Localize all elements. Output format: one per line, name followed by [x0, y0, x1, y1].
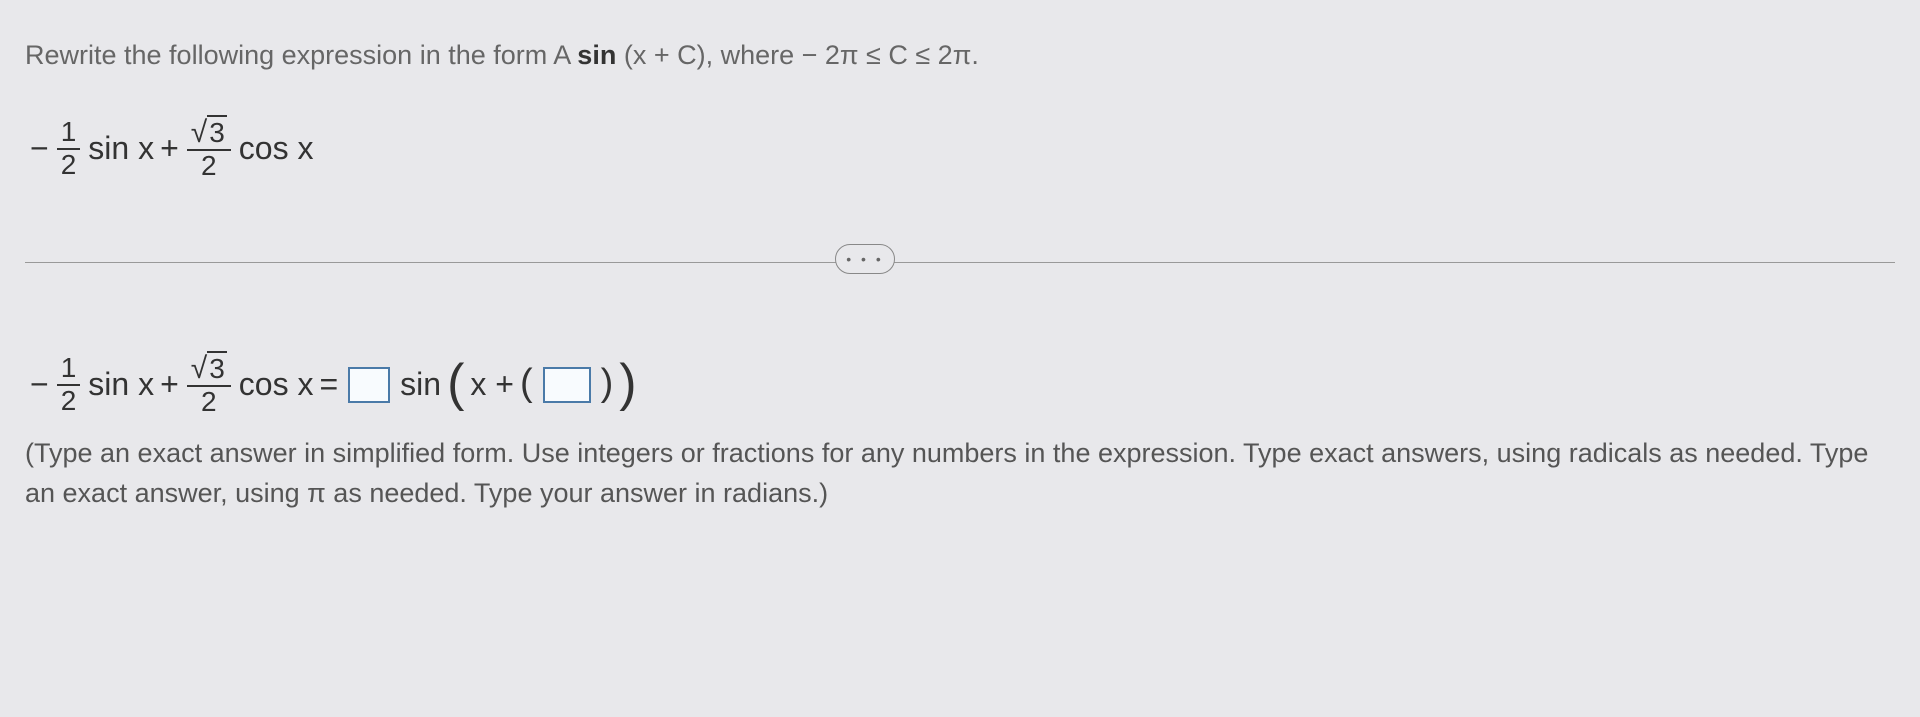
numerator-sqrt3b: √3 — [187, 352, 231, 387]
prompt-prefix: Rewrite the following expression in the … — [25, 40, 570, 70]
denominator-2c: 2 — [57, 386, 81, 417]
denominator-2: 2 — [57, 150, 81, 181]
answer-expression: − 1 2 sin x + √3 2 cos x = sin ( x + ( )… — [25, 352, 1895, 418]
plus-sign: + — [160, 130, 179, 167]
x-plus: x + — [470, 366, 514, 403]
fraction-sqrt3-over-2b: √3 2 — [187, 352, 231, 418]
inner-lparen: ( — [520, 362, 533, 405]
denominator-2d: 2 — [197, 387, 221, 418]
prompt-sin-bold: sin — [577, 40, 616, 70]
fraction-one-half: 1 2 — [57, 117, 81, 181]
cos-x-2: cos x — [239, 366, 314, 403]
prompt-mid: (x + C), where — [624, 40, 802, 70]
fraction-one-half-2: 1 2 — [57, 353, 81, 417]
horizontal-divider — [25, 262, 1895, 263]
plus-sign-2: + — [160, 366, 179, 403]
amplitude-input[interactable] — [348, 367, 390, 403]
cos-x: cos x — [239, 130, 314, 167]
phase-shift-input[interactable] — [543, 367, 591, 403]
sin-label: sin — [400, 366, 441, 403]
equals-sign: = — [319, 366, 338, 403]
fraction-sqrt3-over-2: √3 2 — [187, 116, 231, 182]
given-expression: − 1 2 sin x + √3 2 cos x — [25, 116, 1895, 182]
sin-x-2: sin x — [88, 366, 154, 403]
denominator-2b: 2 — [197, 151, 221, 182]
divider-section: • • • — [25, 232, 1895, 292]
outer-lparen: ( — [447, 353, 464, 413]
ellipsis-icon: • • • — [846, 251, 883, 267]
prompt-range: − 2π ≤ C ≤ 2π. — [802, 40, 979, 70]
inner-rparen: ) — [601, 362, 614, 405]
numerator-sqrt3: √3 — [187, 116, 231, 151]
expand-button[interactable]: • • • — [835, 244, 895, 274]
minus-sign-2: − — [30, 366, 49, 403]
outer-rparen: ) — [619, 353, 636, 413]
sin-x: sin x — [88, 130, 154, 167]
numerator-1: 1 — [57, 117, 81, 150]
minus-sign: − — [30, 130, 49, 167]
question-prompt: Rewrite the following expression in the … — [25, 40, 1895, 71]
numerator-1b: 1 — [57, 353, 81, 386]
answer-hint: (Type an exact answer in simplified form… — [25, 433, 1895, 514]
